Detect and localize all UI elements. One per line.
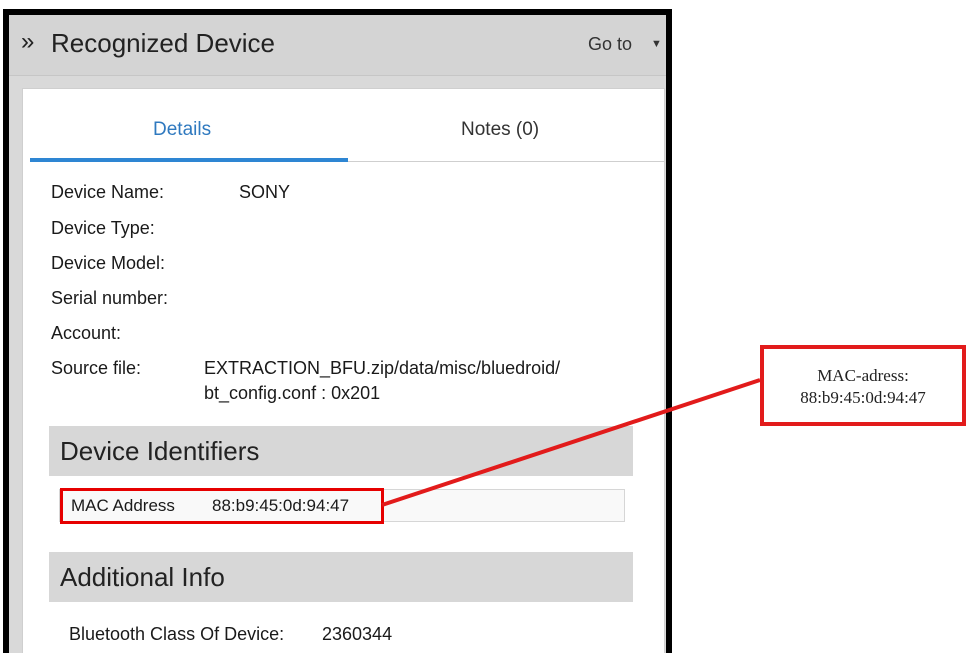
device-name-value: SONY: [239, 182, 291, 202]
device-identifiers-header: Device Identifiers: [49, 426, 633, 476]
tab-bar: Details Notes (0): [30, 97, 665, 162]
bluetooth-class-label: Bluetooth Class Of Device:: [69, 624, 285, 644]
device-type-label: Device Type:: [51, 218, 155, 238]
source-file-label: Source file:: [51, 358, 142, 378]
active-tab-indicator: [30, 158, 348, 162]
additional-info-header: Additional Info: [49, 552, 633, 602]
callout-mac-value: 88:b9:45:0d:94:47: [800, 388, 926, 407]
double-chevron-right-icon[interactable]: »: [21, 30, 34, 54]
device-model-label: Device Model:: [51, 253, 166, 273]
source-file-path-continued: bt_config.conf : 0x201: [204, 383, 381, 403]
mac-address-label: MAC Address: [71, 496, 175, 515]
mac-address-value: 88:b9:45:0d:94:47: [212, 496, 350, 515]
mac-annotation-callout: MAC-adress: 88:b9:45:0d:94:47: [760, 345, 966, 426]
serial-number-label: Serial number:: [51, 288, 169, 308]
bluetooth-class-value: 2360344: [322, 624, 393, 644]
account-label: Account:: [51, 323, 122, 343]
screenshot-stage: » Recognized Device Go to ▼ Details Note…: [0, 0, 970, 653]
callout-title: MAC-adress:: [817, 366, 909, 385]
source-file-path: EXTRACTION_BFU.zip/data/misc/bluedroid/: [204, 358, 561, 378]
tab-details[interactable]: Details: [153, 119, 211, 141]
page-title: Recognized Device: [51, 28, 276, 58]
goto-dropdown-button[interactable]: Go to: [588, 33, 632, 55]
mac-address-row: MAC Address 88:b9:45:0d:94:47: [59, 489, 625, 522]
tab-notes[interactable]: Notes (0): [461, 119, 539, 141]
window-header: » Recognized Device Go to ▼: [9, 15, 666, 76]
device-name-label: Device Name:: [51, 182, 165, 202]
caret-down-icon[interactable]: ▼: [651, 33, 662, 55]
